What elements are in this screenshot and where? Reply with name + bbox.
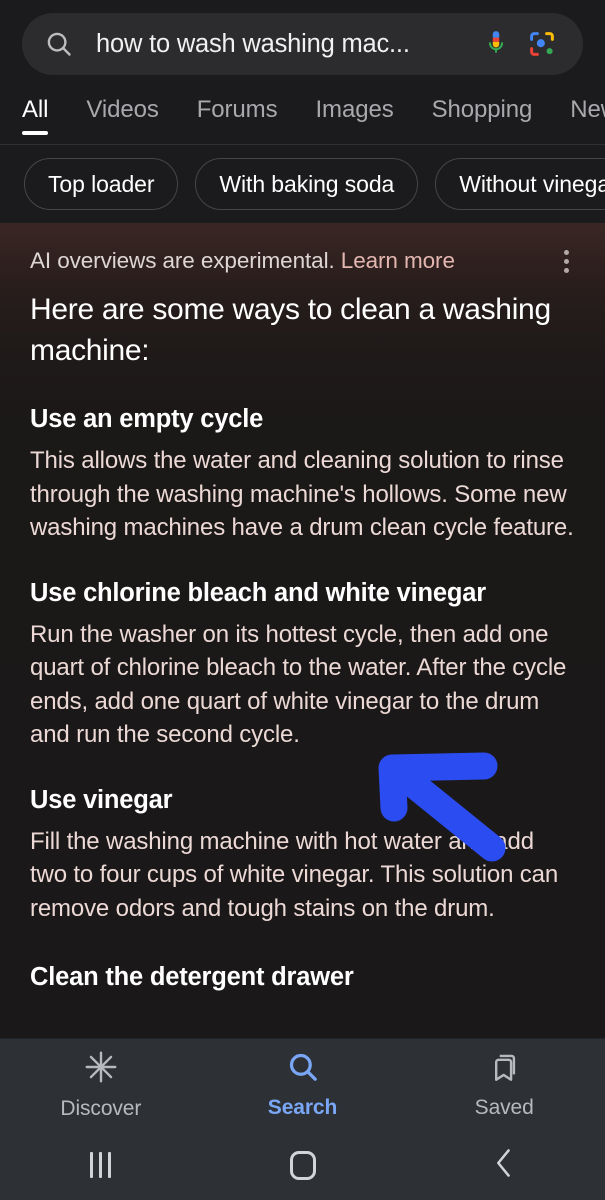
microphone-icon[interactable] xyxy=(473,29,519,59)
search-tabs: All Videos Forums Images Shopping News xyxy=(0,88,605,144)
ai-overview-header: AI overviews are experimental. Learn mor… xyxy=(0,223,605,279)
nav-label-search: Search xyxy=(267,1095,338,1119)
ai-overview-panel: AI overviews are experimental. Learn mor… xyxy=(0,223,605,1038)
section-heading: Clean the detergent drawer xyxy=(30,963,354,991)
section-heading: Use vinegar xyxy=(30,785,173,814)
chip-with-baking-soda[interactable]: With baking soda xyxy=(195,158,419,210)
filter-chips: Top loader With baking soda Without vine… xyxy=(0,145,605,223)
ai-overview-body: Here are some ways to clean a washing ma… xyxy=(0,279,605,992)
bottom-app-nav: Discover Search Saved xyxy=(0,1038,605,1130)
section-body: Fill the washing machine with hot water … xyxy=(30,827,559,922)
search-bar[interactable]: how to wash washing mac... xyxy=(22,13,583,75)
section-heading: Use chlorine bleach and white vinegar xyxy=(30,578,486,607)
search-input[interactable]: how to wash washing mac... xyxy=(96,30,473,59)
chip-top-loader[interactable]: Top loader xyxy=(24,158,179,210)
tab-videos[interactable]: Videos xyxy=(86,88,158,136)
nav-item-saved[interactable]: Saved xyxy=(403,1050,605,1120)
nav-label-discover: Discover xyxy=(60,1096,142,1120)
nav-item-discover[interactable]: Discover xyxy=(0,1049,202,1121)
nav-item-search[interactable]: Search xyxy=(202,1050,404,1120)
chip-without-vinegar[interactable]: Without vinegar xyxy=(435,158,605,210)
tab-shopping[interactable]: Shopping xyxy=(432,88,533,136)
recents-bars-icon xyxy=(90,1152,112,1178)
chevron-left-icon xyxy=(491,1147,517,1184)
tab-images[interactable]: Images xyxy=(315,88,393,136)
tab-news[interactable]: News xyxy=(570,88,605,136)
home-button[interactable] xyxy=(202,1150,404,1180)
ai-overview-title: Here are some ways to clean a washing ma… xyxy=(30,293,551,367)
ai-disclaimer: AI overviews are experimental. Learn mor… xyxy=(30,248,553,274)
back-button[interactable] xyxy=(403,1147,605,1184)
search-icon xyxy=(44,29,74,59)
more-vertical-icon[interactable] xyxy=(553,249,583,273)
overview-section: Use chlorine bleach and white vinegar Ru… xyxy=(30,579,577,752)
google-search-app: how to wash washing mac... All Videos Fo… xyxy=(0,0,605,1200)
section-body: This allows the water and cleaning solut… xyxy=(30,447,574,541)
tab-forums[interactable]: Forums xyxy=(197,88,278,136)
android-system-nav xyxy=(0,1130,605,1200)
nav-label-saved: Saved xyxy=(474,1095,534,1119)
tab-all[interactable]: All xyxy=(22,88,49,136)
sparkle-asterisk-icon xyxy=(83,1049,119,1090)
bookmark-icon xyxy=(487,1050,521,1089)
google-lens-icon[interactable] xyxy=(519,29,565,59)
section-body: Run the washer on its hottest cycle, the… xyxy=(30,620,567,749)
home-square-icon xyxy=(289,1150,316,1180)
search-icon xyxy=(286,1050,320,1089)
recents-button[interactable] xyxy=(0,1152,202,1178)
ai-disclaimer-text: AI overviews are experimental. xyxy=(30,248,335,273)
overview-section: Use an empty cycle This allows the water… xyxy=(30,405,577,545)
learn-more-link[interactable]: Learn more xyxy=(341,248,455,273)
search-bar-region: how to wash washing mac... xyxy=(0,0,605,88)
overview-section: Use vinegar Fill the washing machine wit… xyxy=(30,786,577,926)
section-heading: Use an empty cycle xyxy=(30,405,264,433)
overview-section: Clean the detergent drawer xyxy=(30,963,577,992)
